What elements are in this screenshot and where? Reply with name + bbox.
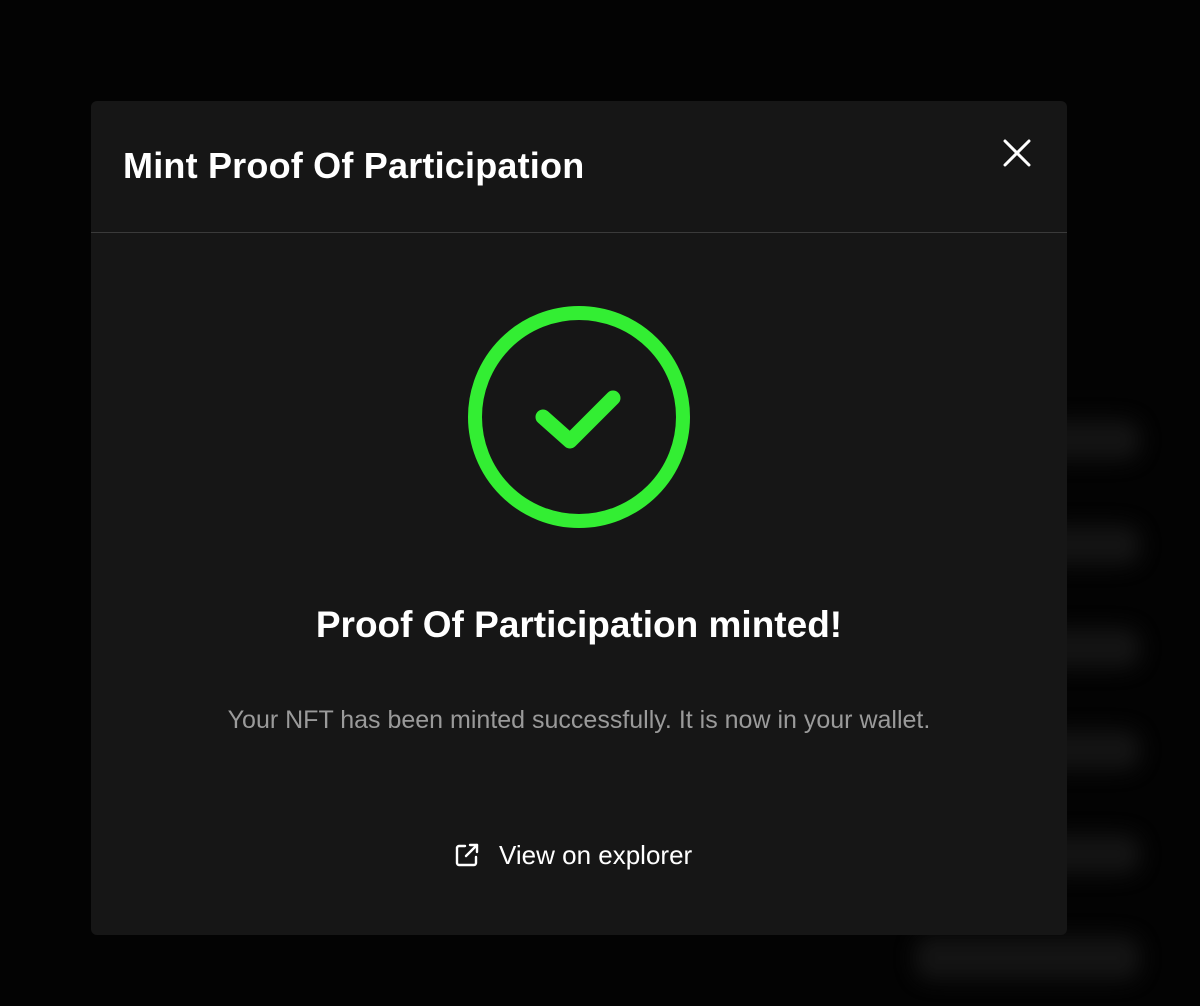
external-link-icon xyxy=(455,843,479,867)
modal-header: Mint Proof Of Participation xyxy=(91,101,1067,233)
success-message: Your NFT has been minted successfully. I… xyxy=(227,706,931,734)
modal-title: Mint Proof Of Participation xyxy=(123,145,585,186)
close-button[interactable] xyxy=(999,135,1035,171)
success-title: Proof Of Participation minted! xyxy=(315,604,843,645)
view-on-explorer-link[interactable]: View on explorer xyxy=(453,837,692,873)
view-on-explorer-label: View on explorer xyxy=(499,839,693,870)
mint-modal: Mint Proof Of Participation Proof Of Par… xyxy=(91,101,1067,935)
check-circle-icon xyxy=(465,303,693,531)
close-icon xyxy=(1003,139,1031,167)
blurred-background-element xyxy=(915,936,1140,980)
